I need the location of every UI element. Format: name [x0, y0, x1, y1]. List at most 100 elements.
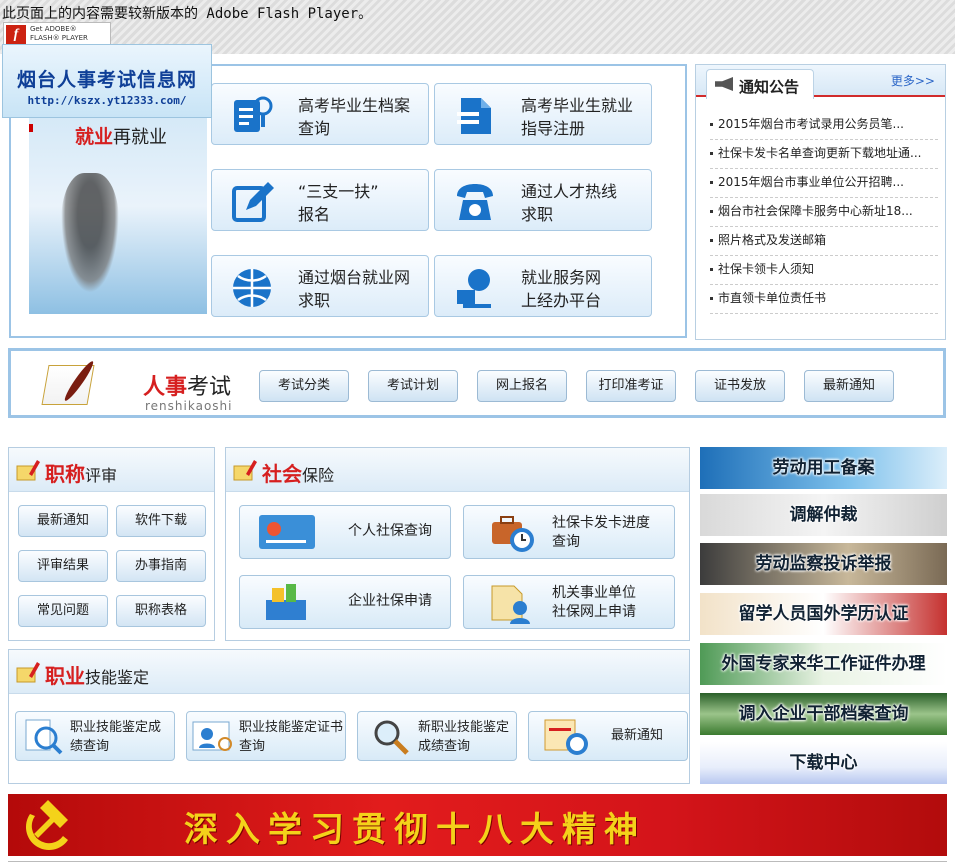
notice-item[interactable]: 2015年烟台市事业单位公开招聘...	[710, 169, 938, 198]
certificate-issue-button[interactable]: 证书发放	[695, 370, 785, 402]
boxes-icon	[266, 584, 306, 620]
phone-icon	[457, 184, 493, 220]
promo-title-highlight: 就业	[75, 126, 114, 148]
pencil-note-icon	[16, 662, 40, 683]
briefcase-clock-icon	[492, 516, 534, 552]
title-latest-notice-button[interactable]: 最新通知	[18, 505, 108, 537]
personal-insurance-query-button[interactable]: 个人社保查询	[239, 505, 451, 559]
service-label-line2: 求职	[298, 291, 331, 310]
magnifier-document-icon	[25, 719, 63, 755]
mediation-arbitration-banner[interactable]: 调解仲裁	[700, 494, 947, 536]
footer-divider	[8, 861, 947, 868]
notice-list: 2015年烟台市考试录用公务员笔... 社保卡发卡名单查询更新下载地址通... …	[710, 111, 938, 314]
enterprise-cadre-archive-banner[interactable]: 调入企业干部档案查询	[700, 693, 947, 735]
graduate-archive-query-button[interactable]: 高考毕业生档案 查询	[211, 83, 429, 145]
service-label-line2: 查询	[298, 119, 331, 138]
party-slogan-text: 深入学习贯彻十八大精神	[184, 810, 646, 850]
talent-hotline-button[interactable]: 通过人才热线 求职	[434, 169, 652, 231]
person-search-icon	[234, 96, 273, 132]
public-institution-insurance-button[interactable]: 机关事业单位 社保网上申请	[463, 575, 675, 629]
professional-title-heading: 职称评审	[45, 462, 118, 486]
social-insurance-heading: 社会保险	[262, 462, 335, 486]
pencil-note-icon	[233, 460, 257, 481]
yantai-jobs-site-button[interactable]: 通过烟台就业网 求职	[211, 255, 429, 317]
employment-promo-image: 就业再就业	[29, 118, 207, 314]
user-computer-icon	[457, 269, 491, 308]
exam-category-button[interactable]: 考试分类	[259, 370, 349, 402]
service-label-line1: “三支一扶”	[298, 182, 379, 201]
notice-item[interactable]: 社保卡发卡名单查询更新下载地址通...	[710, 140, 938, 169]
social-insurance-section: 社会保险 个人社保查询 社保卡发卡进度 查询 企业社保申请 机关事业单位 社保网上申…	[225, 447, 690, 641]
flash-required-message: 此页面上的内容需要较新版本的 Adobe Flash Player。	[2, 6, 373, 22]
document-icon	[457, 98, 491, 134]
service-label-line2: 求职	[521, 205, 554, 224]
edit-icon	[232, 182, 274, 222]
service-label-line2: 上经办平台	[521, 291, 602, 310]
speaker-icon	[715, 77, 733, 91]
notice-item[interactable]: 烟台市社会保障卡服务中心新址18...	[710, 198, 938, 227]
globe-icon	[233, 269, 271, 307]
online-service-platform-button[interactable]: 就业服务网上经办平台	[434, 255, 652, 317]
online-registration-button[interactable]: 网上报名	[477, 370, 567, 402]
title-forms-button[interactable]: 职称表格	[116, 595, 206, 627]
new-skill-score-query-button[interactable]: 新职业技能鉴定 成绩查询	[357, 711, 517, 761]
print-admission-ticket-button[interactable]: 打印准考证	[586, 370, 676, 402]
review-results-button[interactable]: 评审结果	[18, 550, 108, 582]
notice-item[interactable]: 2015年烟台市考试录用公务员笔...	[710, 111, 938, 140]
skill-certificate-query-button[interactable]: 职业技能鉴定证书 查询	[186, 711, 346, 761]
notice-tab[interactable]: 通知公告	[706, 69, 814, 99]
magnifier-icon	[374, 720, 409, 755]
enterprise-insurance-apply-button[interactable]: 企业社保申请	[239, 575, 451, 629]
skill-score-query-button[interactable]: 职业技能鉴定成 绩查询	[15, 711, 175, 761]
service-label-line1: 通过人才热线	[521, 182, 618, 201]
faq-button[interactable]: 常见问题	[18, 595, 108, 627]
certificate-search-icon	[192, 721, 232, 751]
exam-section-logo	[17, 355, 147, 415]
pencil-note-icon	[16, 460, 40, 481]
notice-title: 通知公告	[739, 78, 800, 96]
calendar-clock-icon	[544, 719, 588, 755]
notice-item[interactable]: 社保卡领卡人须知	[710, 256, 938, 285]
service-label-line2: 报名	[298, 205, 331, 224]
graduate-employment-register-button[interactable]: 高考毕业生就业 指导注册	[434, 83, 652, 145]
skill-latest-notice-button[interactable]: 最新通知	[528, 711, 688, 761]
sanzhiyifu-register-button[interactable]: “三支一扶” 报名	[211, 169, 429, 231]
notice-item[interactable]: 市直领卡单位责任书	[710, 285, 938, 314]
flash-badge-line1: Get ADOBE®	[30, 25, 77, 33]
service-label-line1: 就业服务网	[521, 268, 602, 287]
exam-latest-notice-button[interactable]: 最新通知	[804, 370, 894, 402]
exam-plan-button[interactable]: 考试计划	[368, 370, 458, 402]
flash-badge-line2: FLASH® PLAYER	[30, 34, 88, 42]
professional-title-section: 职称评审 最新通知 软件下载 评审结果 办事指南 常见问题 职称表格	[8, 447, 215, 641]
get-flash-player-badge[interactable]: f Get ADOBE® FLASH® PLAYER	[3, 22, 111, 46]
notice-panel: 通知公告 更多>> 2015年烟台市考试录用公务员笔... 社保卡发卡名单查询更…	[695, 64, 946, 340]
hammer-sickle-icon	[25, 800, 69, 851]
card-progress-query-button[interactable]: 社保卡发卡进度 查询	[463, 505, 675, 559]
labor-inspection-complaint-banner[interactable]: 劳动监察投诉举报	[700, 543, 947, 585]
flash-icon: f	[6, 25, 26, 44]
labor-employment-filing-banner[interactable]: 劳动用工备案	[700, 447, 947, 489]
promo-title-rest: 再就业	[113, 127, 168, 148]
service-guide-button[interactable]: 办事指南	[116, 550, 206, 582]
overseas-degree-certification-banner[interactable]: 留学人员国外学历认证	[700, 593, 947, 635]
notice-item[interactable]: 照片格式及发送邮箱	[710, 227, 938, 256]
service-label-line1: 高考毕业生档案	[298, 96, 411, 115]
software-download-button[interactable]: 软件下载	[116, 505, 206, 537]
service-label-line1: 通过烟台就业网	[298, 268, 411, 287]
runner-figure	[61, 173, 119, 293]
vocational-skills-section: 职业技能鉴定 职业技能鉴定成 绩查询 职业技能鉴定证书 查询 新职业技能鉴定 成绩查询…	[8, 649, 690, 784]
form-user-icon	[491, 585, 530, 624]
foreign-expert-permit-banner[interactable]: 外国专家来华工作证件办理	[700, 643, 947, 685]
site-logo[interactable]: 烟台人事考试信息网 http://kszx.yt12333.com/	[2, 44, 212, 118]
site-name: 烟台人事考试信息网	[16, 69, 197, 91]
site-url: http://kszx.yt12333.com/	[27, 94, 187, 107]
social-security-card-icon	[259, 515, 315, 549]
personnel-exam-bar: 人事考试 renshikaoshi 考试分类 考试计划 网上报名 打印准考证 证…	[8, 348, 946, 418]
vocational-skills-heading: 职业技能鉴定	[45, 664, 150, 688]
exam-section-title: 人事考试	[143, 375, 232, 400]
party-slogan-banner: 深入学习贯彻十八大精神	[8, 794, 947, 856]
download-center-banner[interactable]: 下载中心	[700, 742, 947, 784]
exam-section-pinyin: renshikaoshi	[145, 399, 233, 413]
service-label-line1: 高考毕业生就业	[521, 96, 634, 115]
notice-more-link[interactable]: 更多>>	[891, 72, 935, 89]
